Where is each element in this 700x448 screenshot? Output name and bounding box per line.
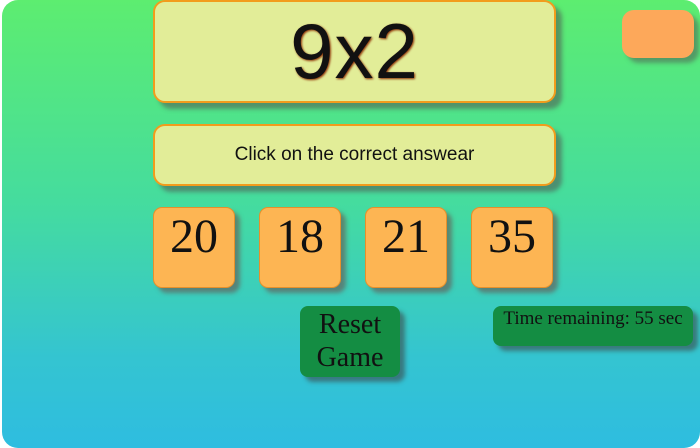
question-text: 9x2	[290, 7, 419, 95]
answer-option-3[interactable]: 21	[365, 207, 447, 288]
reset-button-line-1: Reset	[318, 309, 382, 340]
answer-option-4[interactable]: 35	[471, 207, 553, 288]
answer-option-1[interactable]: 20	[153, 207, 235, 288]
time-remaining-text: Time remaining: 55 sec	[503, 308, 683, 329]
instruction-box: Click on the correct answear	[153, 124, 556, 186]
reset-game-button[interactable]: Reset Game	[300, 306, 400, 377]
answer-option-2[interactable]: 18	[259, 207, 341, 288]
game-container: 9x2 Click on the correct answear 20 18 2…	[2, 0, 700, 448]
question-box: 9x2	[153, 0, 556, 103]
reset-button-line-2: Game	[316, 342, 384, 373]
instruction-text: Click on the correct answear	[234, 144, 475, 165]
time-remaining-box: Time remaining: 55 sec	[493, 306, 693, 346]
score-box	[622, 10, 694, 58]
